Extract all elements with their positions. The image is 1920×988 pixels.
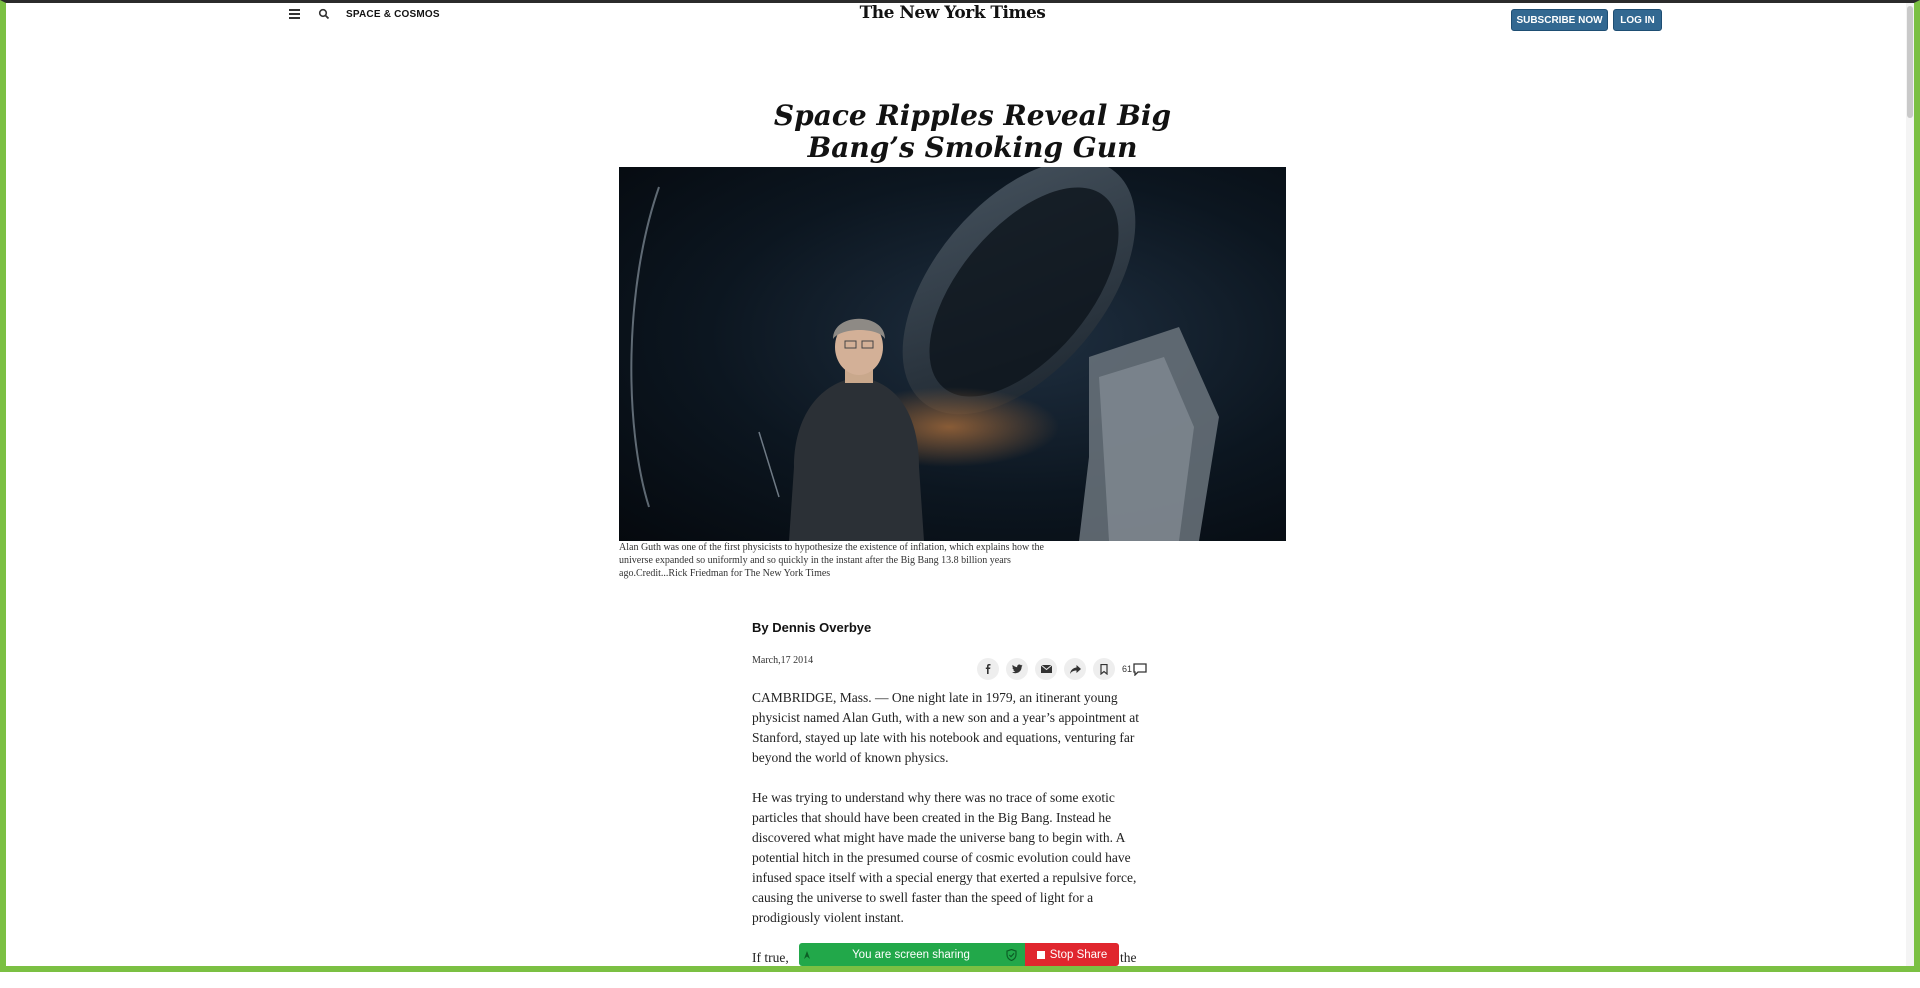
byline[interactable]: By Dennis Overbye (752, 620, 871, 635)
subscribe-button[interactable]: SUBSCRIBE NOW (1511, 9, 1608, 31)
hero-photo (619, 167, 1286, 541)
twitter-icon[interactable] (1006, 658, 1028, 680)
screen-share-status[interactable]: You are screen sharing (799, 943, 1025, 966)
headline-line-1: Space Ripples Reveal Big (773, 99, 1172, 132)
article-headline: Space Ripples Reveal Big Bang’s Smoking … (760, 100, 1185, 164)
comment-count: 61 (1122, 664, 1133, 674)
photo-caption: Alan Guth was one of the first physicist… (619, 542, 1044, 579)
share-toolbar: 61 (977, 658, 1147, 680)
paragraph-3-tail: the (1120, 950, 1137, 965)
comments-button[interactable]: 61 (1122, 658, 1147, 680)
comment-icon (1133, 662, 1147, 676)
login-button[interactable]: LOG IN (1613, 9, 1662, 31)
email-icon[interactable] (1035, 658, 1057, 680)
paragraph-3-start: If true, (752, 950, 789, 965)
bookmark-icon[interactable] (1093, 658, 1115, 680)
scrollbar-track[interactable] (1906, 3, 1914, 966)
paragraph-1: CAMBRIDGE, Mass. — One night late in 197… (752, 690, 1140, 765)
section-label[interactable]: SPACE & COSMOS (346, 9, 440, 20)
search-icon[interactable] (318, 7, 330, 20)
screen-share-bar: You are screen sharing Stop Share (799, 943, 1119, 966)
nyt-logo[interactable]: The New York Times (840, 3, 1065, 23)
drag-handle-icon[interactable] (799, 950, 815, 960)
stop-share-label: Stop Share (1049, 948, 1108, 961)
stop-share-button[interactable]: Stop Share (1025, 943, 1119, 966)
shield-check-icon (1006, 949, 1017, 961)
hamburger-menu-icon[interactable] (289, 9, 300, 19)
stop-icon (1036, 950, 1045, 959)
share-icon[interactable] (1064, 658, 1086, 680)
publish-date: March,17 2014 (752, 655, 814, 666)
facebook-icon[interactable] (977, 658, 999, 680)
headline-line-2: Bang’s Smoking Gun (807, 131, 1138, 164)
paragraph-2: He was trying to understand why there wa… (752, 790, 1137, 925)
site-header: SPACE & COSMOS The New York Times SUBSCR… (0, 0, 1920, 40)
screen-share-text: You are screen sharing (852, 948, 970, 961)
